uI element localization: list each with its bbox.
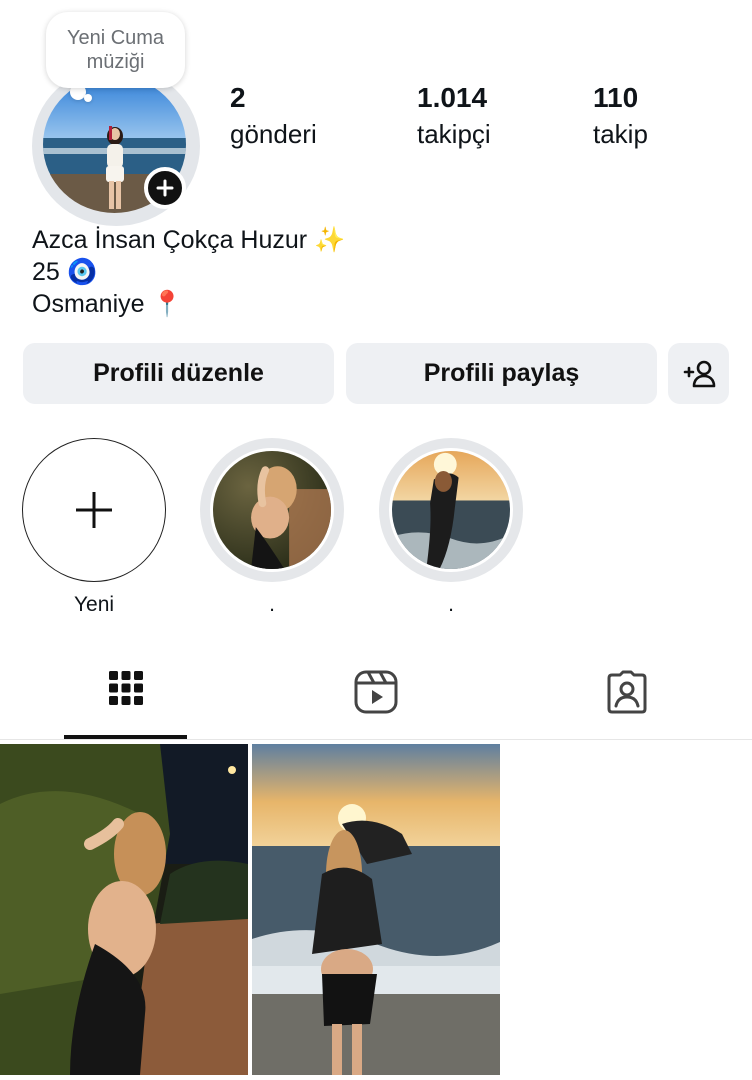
highlight-photo <box>213 451 331 569</box>
profile-note-bubble[interactable]: Yeni Cuma müziği <box>46 12 185 88</box>
post-photo <box>252 744 500 1075</box>
plus-icon <box>156 179 174 197</box>
tab-tagged[interactable] <box>565 656 689 740</box>
following-label: takip <box>593 119 648 149</box>
post-photo <box>0 744 248 1075</box>
tagged-icon <box>607 670 647 714</box>
edit-profile-button[interactable]: Profili düzenle <box>23 343 334 404</box>
highlight-new-circle <box>22 438 166 582</box>
grid-icon <box>109 671 143 705</box>
discover-people-button[interactable] <box>668 343 729 404</box>
profile-name: Azca İnsan Çokça Huzur ✨ <box>32 226 346 254</box>
highlight-label: . <box>448 593 454 616</box>
highlight-photo <box>392 451 510 569</box>
highlight-label: . <box>269 593 275 616</box>
posts-label: gönderi <box>230 119 317 149</box>
reels-icon <box>354 670 398 714</box>
stat-following[interactable]: 110 takip <box>593 80 648 152</box>
profile-tabs <box>0 656 752 740</box>
share-profile-button[interactable]: Profili paylaş <box>346 343 657 404</box>
highlight-new[interactable]: Yeni <box>22 438 166 618</box>
profile-page: Yeni Cuma müziği 2 gönderi 1.014 takipçi… <box>0 0 752 1080</box>
active-tab-indicator <box>64 735 187 739</box>
posts-count: 2 <box>230 82 246 113</box>
followers-count: 1.014 <box>417 82 488 113</box>
highlight-cover <box>389 448 513 572</box>
highlight-cover <box>210 448 334 572</box>
bio-age: 25 🧿 <box>32 258 98 286</box>
note-text: Yeni Cuma müziği <box>66 27 165 73</box>
post-thumbnail[interactable] <box>0 744 248 1075</box>
bio: Azca İnsan Çokça Huzur ✨ 25 🧿 Osmaniye 📍 <box>32 224 345 320</box>
stat-posts[interactable]: 2 gönderi <box>230 80 317 152</box>
post-thumbnail[interactable] <box>252 744 500 1075</box>
add-story-button[interactable] <box>144 167 186 209</box>
note-tail-dot-small <box>84 94 92 102</box>
highlight-ring <box>379 438 523 582</box>
tab-posts-grid[interactable] <box>64 656 188 740</box>
tab-reels[interactable] <box>314 656 438 740</box>
stat-followers[interactable]: 1.014 takipçi <box>417 80 491 152</box>
highlight-ring <box>200 438 344 582</box>
following-count: 110 <box>593 82 639 113</box>
highlight-item[interactable]: . <box>379 438 523 618</box>
bio-location: Osmaniye 📍 <box>32 290 183 318</box>
followers-label: takipçi <box>417 119 491 149</box>
highlight-item[interactable]: . <box>200 438 344 618</box>
add-person-icon <box>683 360 715 387</box>
plus-icon <box>76 492 112 528</box>
highlight-label: Yeni <box>73 593 115 616</box>
